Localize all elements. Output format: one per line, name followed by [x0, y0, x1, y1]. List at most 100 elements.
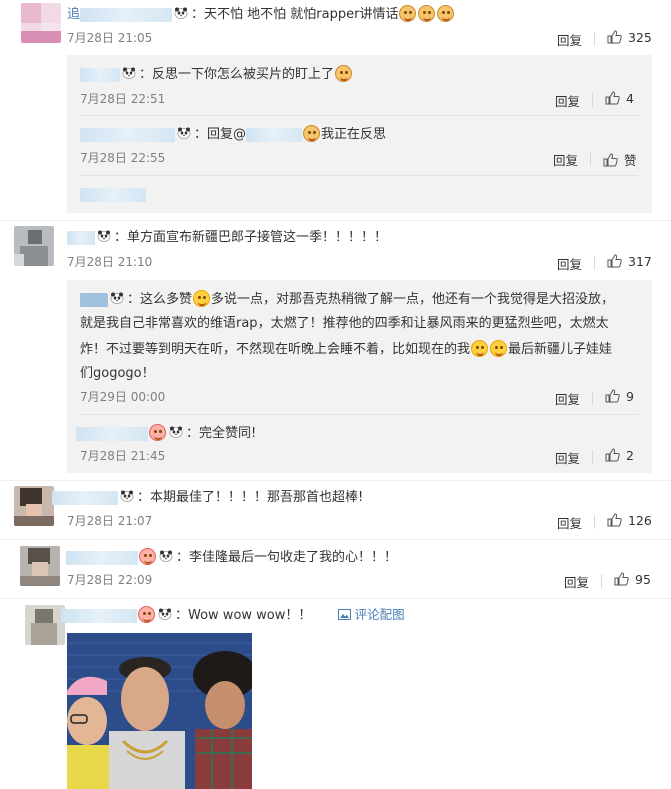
- reply-button[interactable]: 回复: [555, 389, 580, 408]
- commenter-name-blurred[interactable]: [80, 127, 175, 142]
- reply-body: ：回复@: [194, 127, 247, 142]
- cat-emoji-icon: [399, 5, 417, 22]
- like-button[interactable]: 95: [614, 572, 651, 587]
- reply-time: 7月28日 21:45: [80, 449, 166, 463]
- commenter-name[interactable]: 追: [67, 7, 80, 22]
- mentioned-user-blurred[interactable]: [246, 127, 303, 142]
- comment-body: ：Wow wow wow！！: [175, 608, 312, 623]
- reply-text: ：反思一下你怎么被买片的盯上了: [80, 65, 353, 84]
- cat-emoji-icon: [437, 5, 455, 22]
- thumb-up-icon: [607, 254, 622, 268]
- commenter-name-blurred[interactable]: [80, 292, 108, 307]
- reply-button[interactable]: 回复: [557, 513, 582, 532]
- reply-body: ：完全赞同!: [186, 426, 257, 441]
- more-replies-link-blurred[interactable]: [80, 188, 146, 202]
- panda-emoji-icon: [169, 426, 183, 438]
- reply-button[interactable]: 回复: [564, 572, 589, 591]
- like-count: 317: [628, 254, 652, 269]
- thumb-up-icon: [614, 572, 629, 586]
- panda-emoji-icon: [122, 67, 136, 79]
- panda-emoji-icon: [174, 7, 188, 19]
- reply-text: ：这么多赞 多说一点，对那吾克热稍微了解一点，他还有一个我觉得是大招没放，: [80, 290, 614, 309]
- comment-time: 7月28日 21:05: [67, 31, 153, 45]
- commenter-name-blurred[interactable]: [52, 490, 118, 505]
- comment-text: ：单方面宣布新疆巴郎子接管这一季！！！！！: [67, 229, 387, 247]
- like-button[interactable]: 9: [605, 389, 634, 404]
- thumb-up-icon: [607, 30, 622, 44]
- divider: [592, 450, 593, 464]
- avatar[interactable]: [25, 605, 65, 645]
- panda-emoji-icon: [159, 550, 173, 562]
- reply-body: 炸！不过要等到明天在听，不然现在听晚上会睡不着，比如现在的我: [80, 342, 471, 357]
- divider: [594, 256, 595, 270]
- like-button[interactable]: 4: [605, 91, 634, 106]
- pic-link-label: 评论配图: [354, 607, 405, 622]
- comment-divider: [0, 480, 671, 481]
- comment-pic-link[interactable]: 评论配图: [337, 607, 405, 622]
- like-count: 325: [628, 30, 652, 45]
- like-count: 4: [626, 91, 634, 106]
- comment-text: ：本期最佳了！！！！那吾那首也超棒!: [52, 489, 363, 507]
- heart-eyes-emoji-icon: [138, 606, 155, 623]
- avatar[interactable]: [21, 3, 61, 43]
- reply-button[interactable]: 回复: [553, 150, 578, 169]
- commenter-name-blurred[interactable]: [67, 230, 95, 245]
- divider: [594, 32, 595, 46]
- thumb-up-icon: [603, 153, 618, 167]
- commenter-name-blurred[interactable]: [80, 67, 120, 82]
- comment-text: ：李佳隆最后一句收走了我的心！！！: [66, 548, 397, 567]
- cat-emoji-icon: [335, 65, 353, 82]
- reply-body: 最后新疆儿子娃娃: [508, 342, 613, 357]
- thumb-up-icon: [605, 389, 620, 403]
- reply-button[interactable]: 回复: [557, 254, 582, 273]
- comment-text: 追 ：天不怕 地不怕 就怕rapper讲情话: [67, 5, 455, 24]
- comment-body: ：李佳隆最后一句收走了我的心！！！: [176, 550, 398, 565]
- divider: [80, 175, 638, 176]
- like-button[interactable]: 2: [605, 448, 634, 463]
- divider: [592, 391, 593, 405]
- reply-text: 炸！不过要等到明天在听，不然现在听晚上会睡不着，比如现在的我 最后新疆儿子娃娃: [80, 340, 612, 359]
- comment-time: 7月28日 22:09: [67, 573, 153, 587]
- like-count: 9: [626, 389, 634, 404]
- avatar[interactable]: [14, 226, 54, 266]
- reply-body: 多说一点，对那吾克热稍微了解一点，他还有一个我觉得是大招没放，: [211, 292, 615, 307]
- comment-image[interactable]: [67, 633, 252, 789]
- heart-eyes-emoji-icon: [149, 424, 166, 441]
- laugh-emoji-icon: [471, 340, 489, 357]
- reply-button[interactable]: 回复: [555, 91, 580, 110]
- commenter-name-blurred[interactable]: [61, 608, 137, 623]
- reply-button[interactable]: 回复: [555, 448, 580, 467]
- thumb-up-icon: [607, 513, 622, 527]
- comment-divider: [0, 539, 671, 540]
- comment-time: 7月28日 21:07: [67, 514, 153, 528]
- divider: [80, 414, 638, 415]
- comment-body: ：天不怕 地不怕 就怕rapper讲情话: [191, 7, 399, 22]
- avatar[interactable]: [14, 486, 54, 526]
- like-count: 95: [635, 572, 651, 587]
- reply-time: 7月28日 22:55: [80, 151, 166, 165]
- laugh-emoji-icon: [490, 340, 508, 357]
- commenter-name-blurred[interactable]: [76, 426, 148, 441]
- commenter-name-blurred[interactable]: [66, 550, 138, 565]
- like-count: 126: [628, 513, 652, 528]
- comment-photo-illustration: [67, 633, 252, 789]
- comment-body: ：单方面宣布新疆巴郎子接管这一季！！！！！: [114, 230, 388, 245]
- like-count: 赞: [624, 153, 637, 168]
- heart-eyes-emoji-icon: [139, 548, 156, 565]
- like-button[interactable]: 325: [607, 30, 652, 45]
- divider: [601, 574, 602, 588]
- like-button[interactable]: 317: [607, 254, 652, 269]
- reply-button[interactable]: 回复: [557, 30, 582, 49]
- like-button[interactable]: 126: [607, 513, 652, 528]
- reply-body: 我正在反思: [321, 127, 387, 142]
- thumb-up-icon: [605, 448, 620, 462]
- panda-emoji-icon: [177, 127, 191, 139]
- cat-emoji-icon: [418, 5, 436, 22]
- comment-divider: [0, 598, 671, 599]
- like-button[interactable]: 赞: [603, 150, 637, 169]
- avatar[interactable]: [20, 546, 60, 586]
- commenter-name-blurred[interactable]: [80, 7, 173, 22]
- comment-time: 7月28日 21:10: [67, 255, 153, 269]
- reply-body: ：反思一下你怎么被买片的盯上了: [139, 67, 335, 82]
- divider: [80, 115, 638, 116]
